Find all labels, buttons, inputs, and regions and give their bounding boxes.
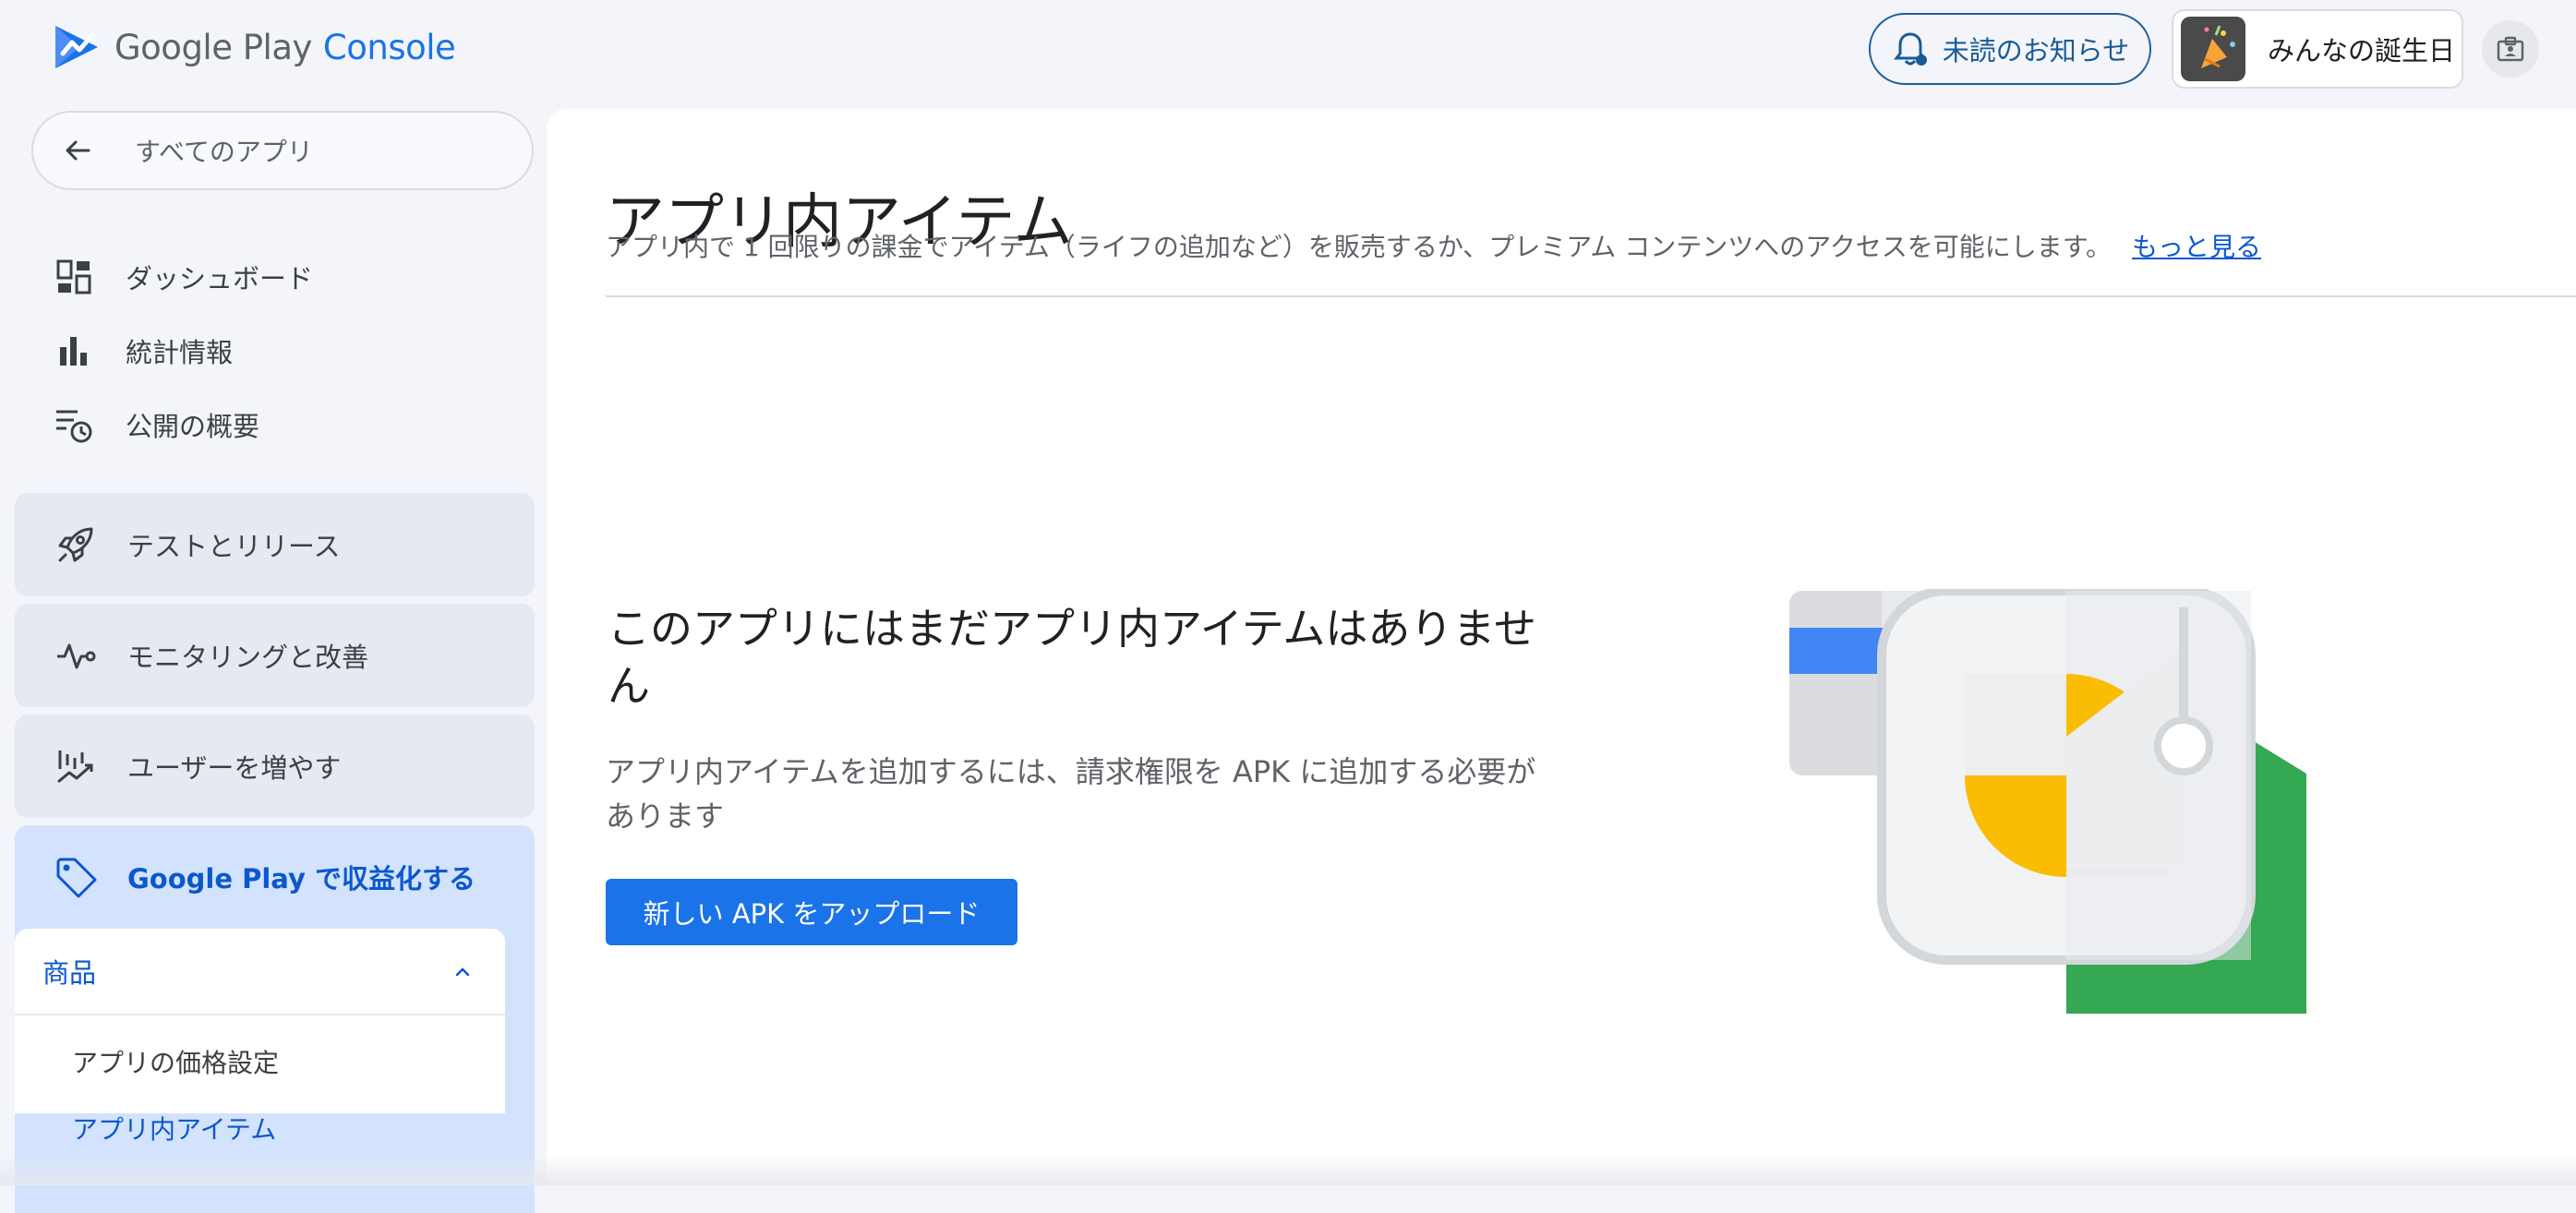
products-group-label: 商品 xyxy=(42,957,97,989)
bottom-scroll-shadow xyxy=(0,1154,2576,1185)
nav-section-grow-users[interactable]: ユーザーを増やす xyxy=(15,715,535,818)
products-group-header[interactable]: 商品 xyxy=(15,929,505,1015)
empty-state-illustration xyxy=(1789,589,2306,1014)
tag-icon xyxy=(54,855,98,899)
nav-section-monitor-and-improve[interactable]: モニタリングと改善 xyxy=(15,604,535,707)
notifications-button[interactable]: 未読のお知らせ xyxy=(1869,13,2151,85)
sub-item-app-pricing[interactable]: アプリの価格設定 xyxy=(72,1043,279,1080)
chevron-up-icon xyxy=(455,967,470,977)
page-description: アプリ内で 1 回限りの課金でアイテム（ライフの追加など）を販売するか、プレミア… xyxy=(606,227,2261,264)
brand-console: Console xyxy=(322,27,456,67)
brand-name: Google Play Console xyxy=(114,27,456,67)
nav-item-publishing-overview[interactable]: 公開の概要 xyxy=(0,392,545,457)
sub-item-in-app-products[interactable]: アプリ内アイテム xyxy=(72,1110,276,1147)
nav-item-statistics[interactable]: 統計情報 xyxy=(0,318,545,383)
empty-state-title: このアプリにはまだアプリ内アイテムはありません xyxy=(608,604,1537,711)
nav-section-label: Google Play で収益化する xyxy=(127,863,475,895)
app-icon xyxy=(2181,17,2245,81)
bar-chart-icon xyxy=(54,330,94,371)
account-button[interactable] xyxy=(2482,20,2539,78)
nav-section-label: ユーザーを増やす xyxy=(127,752,342,784)
notifications-label: 未読のお知らせ xyxy=(1942,35,2130,66)
arrow-back-icon xyxy=(66,140,90,161)
main-content: アプリ内アイテム アプリ内で 1 回限りの課金でアイテム（ライフの追加など）を販… xyxy=(547,109,2576,1185)
top-app-bar: Google Play Console 未読のお知らせ みんなの誕生日 xyxy=(0,0,2576,109)
upload-apk-button[interactable]: 新しい APK をアップロード xyxy=(606,879,1017,945)
learn-more-link[interactable]: もっと見る xyxy=(2132,232,2261,262)
header-divider xyxy=(606,295,2576,297)
rocket-icon xyxy=(54,522,98,567)
nav-section-label: テストとリリース xyxy=(127,531,341,562)
empty-state-description: アプリ内アイテムを追加するには、請求権限を APK に追加する必要があります xyxy=(606,754,1536,834)
sidebar: すべてのアプリ ダッシュボード 統計情報 公開の概要 テストとリリース モニタリ… xyxy=(0,109,545,1213)
app-switcher[interactable]: みんなの誕生日 xyxy=(2172,9,2463,89)
brand-google-play: Google Play xyxy=(114,27,312,67)
app-name: みんなの誕生日 xyxy=(2268,35,2456,66)
nav-item-label: 公開の概要 xyxy=(126,411,260,442)
nav-section-label: モニタリングと改善 xyxy=(127,642,369,673)
play-console-logo[interactable]: Google Play Console xyxy=(52,22,456,72)
dashboard-icon xyxy=(54,257,94,297)
nav-section-test-and-release[interactable]: テストとリリース xyxy=(15,493,535,596)
vitals-icon xyxy=(54,633,98,678)
nav-item-dashboard[interactable]: ダッシュボード xyxy=(0,245,545,309)
bell-icon xyxy=(1893,32,1927,66)
party-popper-icon xyxy=(2201,25,2235,68)
all-apps-label: すべてのアプリ xyxy=(135,137,313,167)
products-subpanel: 商品 アプリの価格設定 アプリ内アイテム xyxy=(15,929,505,1145)
nav-item-label: 統計情報 xyxy=(126,337,234,368)
publishing-overview-icon xyxy=(54,404,94,445)
growth-icon xyxy=(54,744,98,788)
id-badge-icon xyxy=(2497,36,2524,62)
all-apps-button[interactable]: すべてのアプリ xyxy=(31,111,534,190)
nav-item-label: ダッシュボード xyxy=(126,263,314,294)
play-console-logo-icon xyxy=(55,26,98,68)
page-description-text: アプリ内で 1 回限りの課金でアイテム（ライフの追加など）を販売するか、プレミア… xyxy=(606,232,2113,262)
